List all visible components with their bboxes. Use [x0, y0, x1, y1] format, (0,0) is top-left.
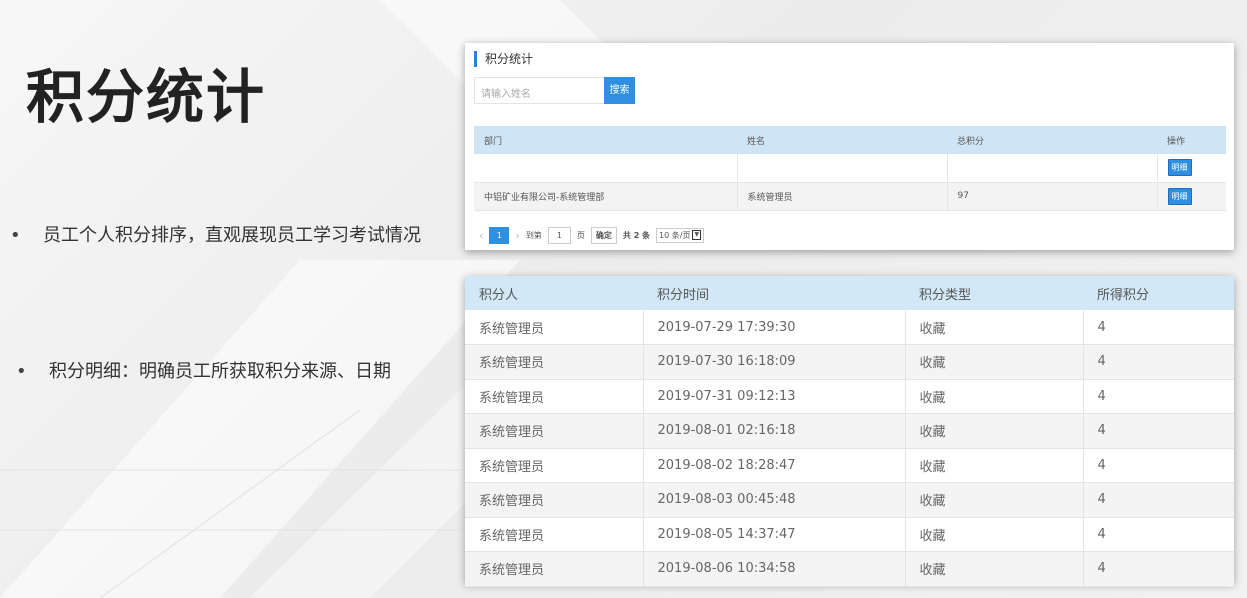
column-header: 积分类型 [905, 276, 1083, 310]
pagination: ‹ 1 › 到第 1 页 确定 共 2 条 10 条/页 ▼ [479, 226, 705, 244]
page-size-value: 10 条/页 [659, 230, 691, 240]
type-cell: 收藏 [905, 551, 1084, 587]
name-search-input[interactable]: 请输入姓名 [474, 77, 604, 104]
total-cell [947, 154, 1158, 183]
column-header: 操作 [1157, 126, 1226, 154]
type-cell: 收藏 [905, 413, 1084, 449]
time-cell: 2019-08-06 10:34:58 [643, 551, 906, 587]
stats-table: 部门 姓名 总积分 操作 明细 中铝矿业有限公司-系统管理部 系统管理员 97 … [474, 126, 1226, 211]
bullet-item: • 积分明细：明确员工所获取积分来源、日期 [16, 357, 391, 383]
table-row: 系统管理员 2019-07-29 17:39:30 收藏 4 [465, 310, 1234, 345]
detail-table: 积分人 积分时间 积分类型 所得积分 系统管理员 2019-07-29 17:39… [465, 276, 1234, 587]
column-header: 积分时间 [643, 276, 905, 310]
table-row: 系统管理员 2019-08-01 02:16:18 收藏 4 [465, 413, 1234, 449]
name-cell [737, 154, 948, 183]
points-cell: 4 [1083, 310, 1234, 345]
action-cell: 明细 [1157, 182, 1226, 211]
time-cell: 2019-08-05 14:37:47 [643, 517, 906, 552]
table-header-row: 积分人 积分时间 积分类型 所得积分 [465, 276, 1234, 310]
points-detail-panel: 积分人 积分时间 积分类型 所得积分 系统管理员 2019-07-29 17:39… [465, 276, 1234, 587]
table-row: 系统管理员 2019-07-31 09:12:13 收藏 4 [465, 379, 1234, 414]
table-row: 系统管理员 2019-07-30 16:18:09 收藏 4 [465, 344, 1234, 380]
time-cell: 2019-08-03 00:45:48 [643, 482, 906, 518]
person-cell: 系统管理员 [465, 482, 644, 518]
column-header: 部门 [474, 126, 737, 154]
page-unit-label: 页 [576, 230, 585, 240]
points-cell: 4 [1083, 344, 1234, 380]
type-cell: 收藏 [905, 310, 1084, 345]
total-cell: 97 [947, 182, 1158, 211]
name-cell: 系统管理员 [737, 182, 948, 211]
table-row: 系统管理员 2019-08-03 00:45:48 收藏 4 [465, 482, 1234, 518]
page-size-select[interactable]: 10 条/页 ▼ [656, 227, 705, 243]
prev-page-icon[interactable]: ‹ [479, 229, 483, 242]
search-button[interactable]: 搜索 [604, 77, 635, 104]
detail-button[interactable]: 明细 [1167, 159, 1192, 177]
goto-label: 到第 [525, 230, 542, 240]
points-stats-panel: 积分统计 请输入姓名 搜索 部门 姓名 总积分 操作 明细 中铝矿业有限公司-系… [465, 43, 1234, 250]
person-cell: 系统管理员 [465, 344, 644, 380]
time-cell: 2019-08-01 02:16:18 [643, 413, 906, 449]
person-cell: 系统管理员 [465, 517, 644, 552]
points-cell: 4 [1083, 448, 1234, 483]
column-header: 所得积分 [1083, 276, 1234, 310]
person-cell: 系统管理员 [465, 310, 644, 345]
column-header: 积分人 [465, 276, 643, 310]
points-cell: 4 [1083, 413, 1234, 449]
dept-cell [474, 154, 738, 183]
chevron-down-icon: ▼ [692, 230, 702, 240]
time-cell: 2019-07-29 17:39:30 [643, 310, 906, 345]
bullet-text: 积分明细：明确员工所获取积分来源、日期 [49, 361, 391, 382]
panel-title: 积分统计 [474, 51, 533, 67]
column-header: 总积分 [947, 126, 1157, 154]
time-cell: 2019-07-31 09:12:13 [643, 379, 906, 414]
points-cell: 4 [1083, 482, 1234, 518]
points-cell: 4 [1083, 517, 1234, 552]
type-cell: 收藏 [905, 517, 1084, 552]
person-cell: 系统管理员 [465, 551, 644, 587]
dept-cell: 中铝矿业有限公司-系统管理部 [474, 182, 738, 211]
bullet-dot: • [10, 225, 21, 246]
next-page-icon[interactable]: › [515, 229, 519, 242]
table-row: 系统管理员 2019-08-06 10:34:58 收藏 4 [465, 551, 1234, 587]
table-header-row: 部门 姓名 总积分 操作 [474, 126, 1226, 154]
points-cell: 4 [1083, 379, 1234, 414]
goto-confirm-button[interactable]: 确定 [590, 226, 617, 244]
time-cell: 2019-08-02 18:28:47 [643, 448, 906, 483]
type-cell: 收藏 [905, 448, 1084, 483]
type-cell: 收藏 [905, 344, 1084, 380]
table-row: 明细 [474, 154, 1226, 183]
detail-button[interactable]: 明细 [1167, 187, 1192, 205]
person-cell: 系统管理员 [465, 413, 644, 449]
total-count: 共 2 条 [622, 230, 651, 240]
action-cell: 明细 [1157, 154, 1226, 183]
column-header: 姓名 [737, 126, 947, 154]
slide-title: 积分统计 [26, 63, 267, 131]
bullet-dot: • [16, 361, 27, 382]
person-cell: 系统管理员 [465, 379, 644, 414]
type-cell: 收藏 [905, 379, 1084, 414]
page-number-current[interactable]: 1 [489, 226, 510, 244]
bullet-item: • 员工个人积分排序，直观展现员工学习考试情况 [10, 221, 421, 247]
goto-page-input[interactable]: 1 [547, 226, 571, 244]
table-row: 系统管理员 2019-08-05 14:37:47 收藏 4 [465, 517, 1234, 552]
type-cell: 收藏 [905, 482, 1084, 518]
points-cell: 4 [1083, 551, 1234, 587]
table-row: 系统管理员 2019-08-02 18:28:47 收藏 4 [465, 448, 1234, 483]
time-cell: 2019-07-30 16:18:09 [643, 344, 906, 380]
person-cell: 系统管理员 [465, 448, 644, 483]
bullet-text: 员工个人积分排序，直观展现员工学习考试情况 [43, 225, 421, 246]
table-row: 中铝矿业有限公司-系统管理部 系统管理员 97 明细 [474, 182, 1226, 211]
